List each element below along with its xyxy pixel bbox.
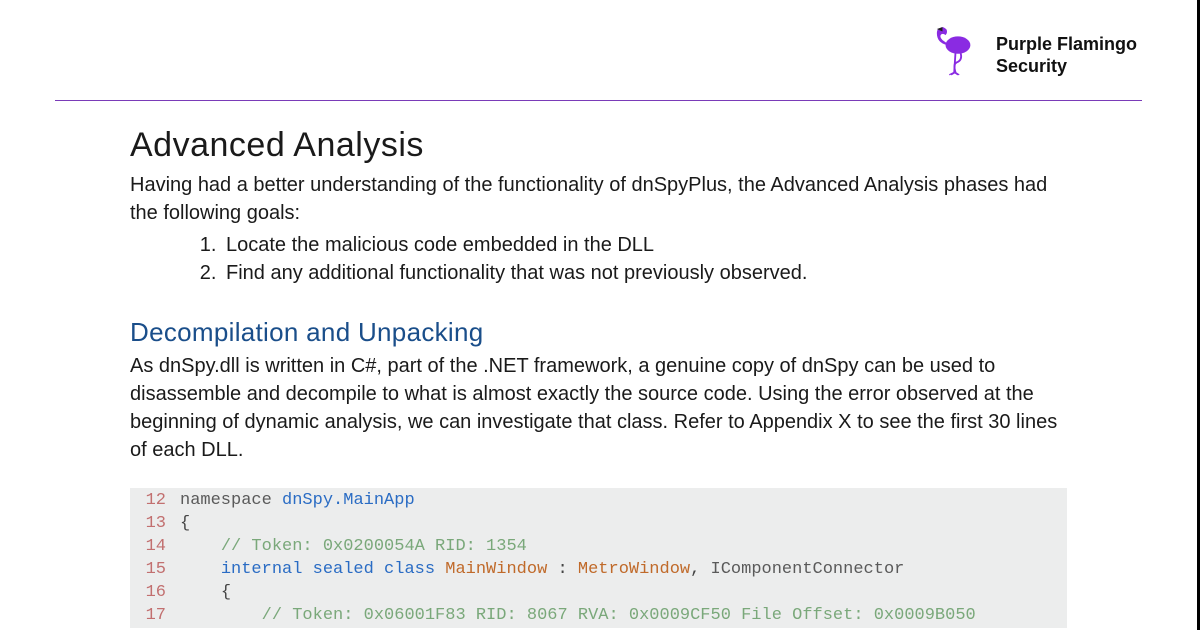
flamingo-icon — [918, 20, 988, 90]
brand-line1: Purple Flamingo — [996, 33, 1137, 56]
code-line: 15 internal sealed class MainWindow : Me… — [130, 559, 1067, 582]
line-number: 17 — [130, 605, 180, 628]
code-text: { — [180, 582, 1067, 605]
brand-name: Purple Flamingo Security — [996, 33, 1137, 78]
code-line: 16 { — [130, 582, 1067, 605]
code-text: // Token: 0x0200054A RID: 1354 — [180, 536, 1067, 559]
code-text: namespace dnSpy.MainApp — [180, 490, 1067, 513]
code-line: 13{ — [130, 513, 1067, 536]
code-text: { — [180, 513, 1067, 536]
heading-advanced-analysis: Advanced Analysis — [130, 126, 1067, 165]
code-line: 14 // Token: 0x0200054A RID: 1354 — [130, 536, 1067, 559]
list-item: Find any additional functionality that w… — [222, 259, 1067, 287]
intro-paragraph: Having had a better understanding of the… — [130, 171, 1067, 227]
line-number: 15 — [130, 559, 180, 582]
brand-logo-block: Purple Flamingo Security — [918, 20, 1137, 90]
line-number: 12 — [130, 490, 180, 513]
code-line: 12namespace dnSpy.MainApp — [130, 490, 1067, 513]
goals-list: Locate the malicious code embedded in th… — [130, 231, 1067, 287]
code-text: internal sealed class MainWindow : Metro… — [180, 559, 1067, 582]
code-line: 17 // Token: 0x06001F83 RID: 8067 RVA: 0… — [130, 605, 1067, 628]
code-snippet: 12namespace dnSpy.MainApp13{14 // Token:… — [130, 488, 1067, 628]
brand-line2: Security — [996, 55, 1137, 78]
page-header: Purple Flamingo Security — [0, 0, 1197, 100]
list-item: Locate the malicious code embedded in th… — [222, 231, 1067, 259]
code-text: // Token: 0x06001F83 RID: 8067 RVA: 0x00… — [180, 605, 1067, 628]
document-content: Advanced Analysis Having had a better un… — [0, 101, 1197, 628]
decompilation-paragraph: As dnSpy.dll is written in C#, part of t… — [130, 352, 1067, 464]
line-number: 13 — [130, 513, 180, 536]
line-number: 16 — [130, 582, 180, 605]
line-number: 14 — [130, 536, 180, 559]
heading-decompilation: Decompilation and Unpacking — [130, 317, 1067, 348]
